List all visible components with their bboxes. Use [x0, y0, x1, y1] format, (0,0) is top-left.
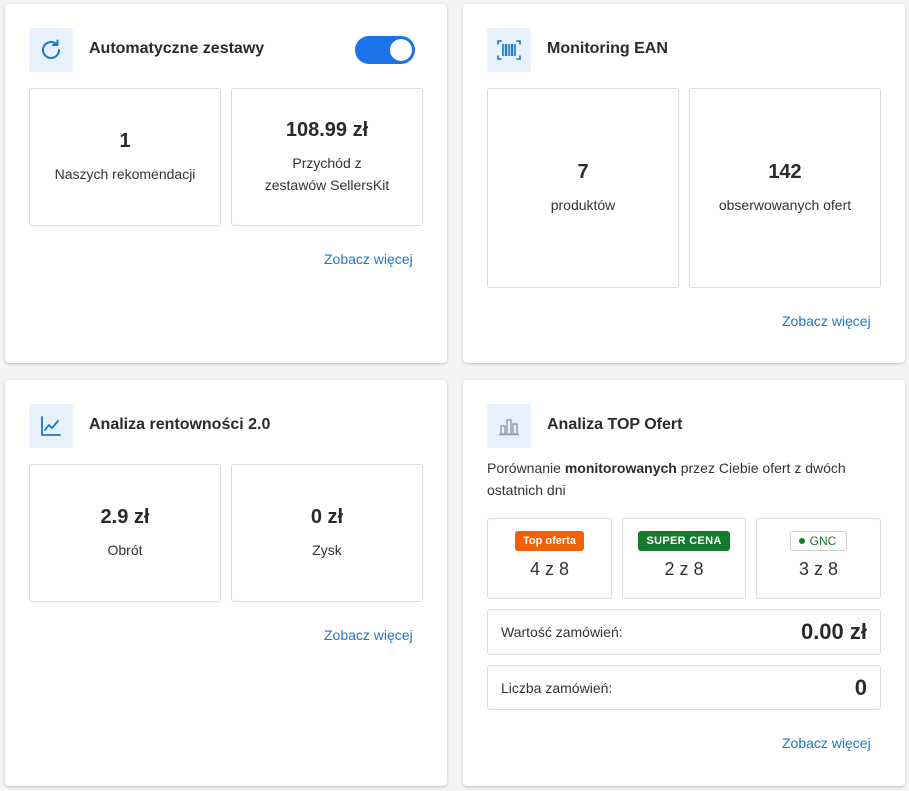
super-price-badge: SUPER CENA	[638, 531, 730, 551]
stat-label: obserwowanych ofert	[718, 196, 852, 213]
description-text: Porównanie	[487, 460, 565, 476]
stat-box: 7 produktów	[487, 88, 679, 288]
order-value-label: Wartość zamówień:	[501, 624, 623, 640]
order-value-row: Wartość zamówień: 0.00 zł	[487, 609, 881, 655]
stat-value: 108.99 zł	[285, 118, 369, 141]
stat-label: produktów	[550, 196, 616, 213]
line-chart-icon	[29, 404, 73, 448]
badge-box: Top oferta 4 z 8	[487, 518, 612, 599]
stat-box: 108.99 zł Przychód z zestawów SellersKit	[231, 88, 423, 226]
card-title: Monitoring EAN	[547, 40, 668, 57]
badge-count: 2 z 8	[664, 559, 704, 579]
stat-value: 2.9 zł	[100, 505, 150, 528]
badge-count: 3 z 8	[798, 559, 839, 579]
badge-box: GNC 3 z 8	[756, 518, 881, 599]
stat-box: 0 zł Zysk	[231, 464, 423, 602]
stat-label: Naszych rekomendacji	[54, 165, 196, 182]
stat-value: 7	[577, 160, 589, 183]
stat-box: 142 obserwowanych ofert	[689, 88, 881, 288]
description: Porównanie monitorowanych przez Ciebie o…	[487, 457, 882, 501]
card-title: Automatyczne zestawy	[89, 40, 265, 57]
badge-box: SUPER CENA 2 z 8	[622, 518, 746, 599]
badge-count: 4 z 8	[529, 559, 570, 579]
stat-label: Obrót	[107, 541, 143, 558]
stat-label: Zysk	[312, 541, 342, 558]
profitability-card: Analiza rentowności 2.0 2.9 zł Obrót 0 z…	[5, 380, 447, 786]
barcode-icon	[487, 28, 531, 72]
stat-value: 142	[768, 160, 802, 183]
toggle-knob	[390, 39, 412, 61]
see-more-link[interactable]: Zobacz więcej	[324, 627, 413, 643]
description-bold: monitorowanych	[564, 460, 677, 476]
see-more-link[interactable]: Zobacz więcej	[782, 735, 871, 751]
stat-box: 1 Naszych rekomendacji	[29, 88, 221, 226]
stat-value: 0 zł	[310, 505, 344, 528]
order-count-row: Liczba zamówień: 0	[487, 665, 881, 710]
order-count-label: Liczba zamówień:	[501, 679, 613, 696]
automatic-sets-toggle[interactable]	[355, 36, 415, 64]
gnc-badge: GNC	[789, 531, 848, 551]
see-more-link[interactable]: Zobacz więcej	[324, 251, 413, 267]
card-title: Analiza TOP Ofert	[547, 416, 683, 433]
ean-monitoring-card: Monitoring EAN 7 produktów 142 obserwowa…	[463, 4, 905, 363]
automatic-sets-card: Automatyczne zestawy 1 Naszych rekomenda…	[5, 4, 447, 363]
bar-chart-icon	[487, 404, 531, 448]
see-more-link[interactable]: Zobacz więcej	[782, 313, 871, 329]
stat-box: 2.9 zł Obrót	[29, 464, 221, 602]
refresh-icon	[29, 28, 73, 72]
order-value: 0.00 zł	[800, 619, 867, 644]
stat-value: 1	[119, 129, 131, 152]
order-count: 0	[854, 674, 867, 700]
stat-label: Przychód z zestawów SellersKit	[264, 154, 390, 193]
gnc-dot-icon	[798, 538, 805, 544]
gnc-label: GNC	[809, 534, 837, 548]
card-title: Analiza rentowności 2.0	[89, 416, 271, 433]
top-offer-badge: Top oferta	[515, 531, 584, 551]
top-offers-card: Analiza TOP Ofert Porównanie monitorowan…	[463, 380, 905, 786]
